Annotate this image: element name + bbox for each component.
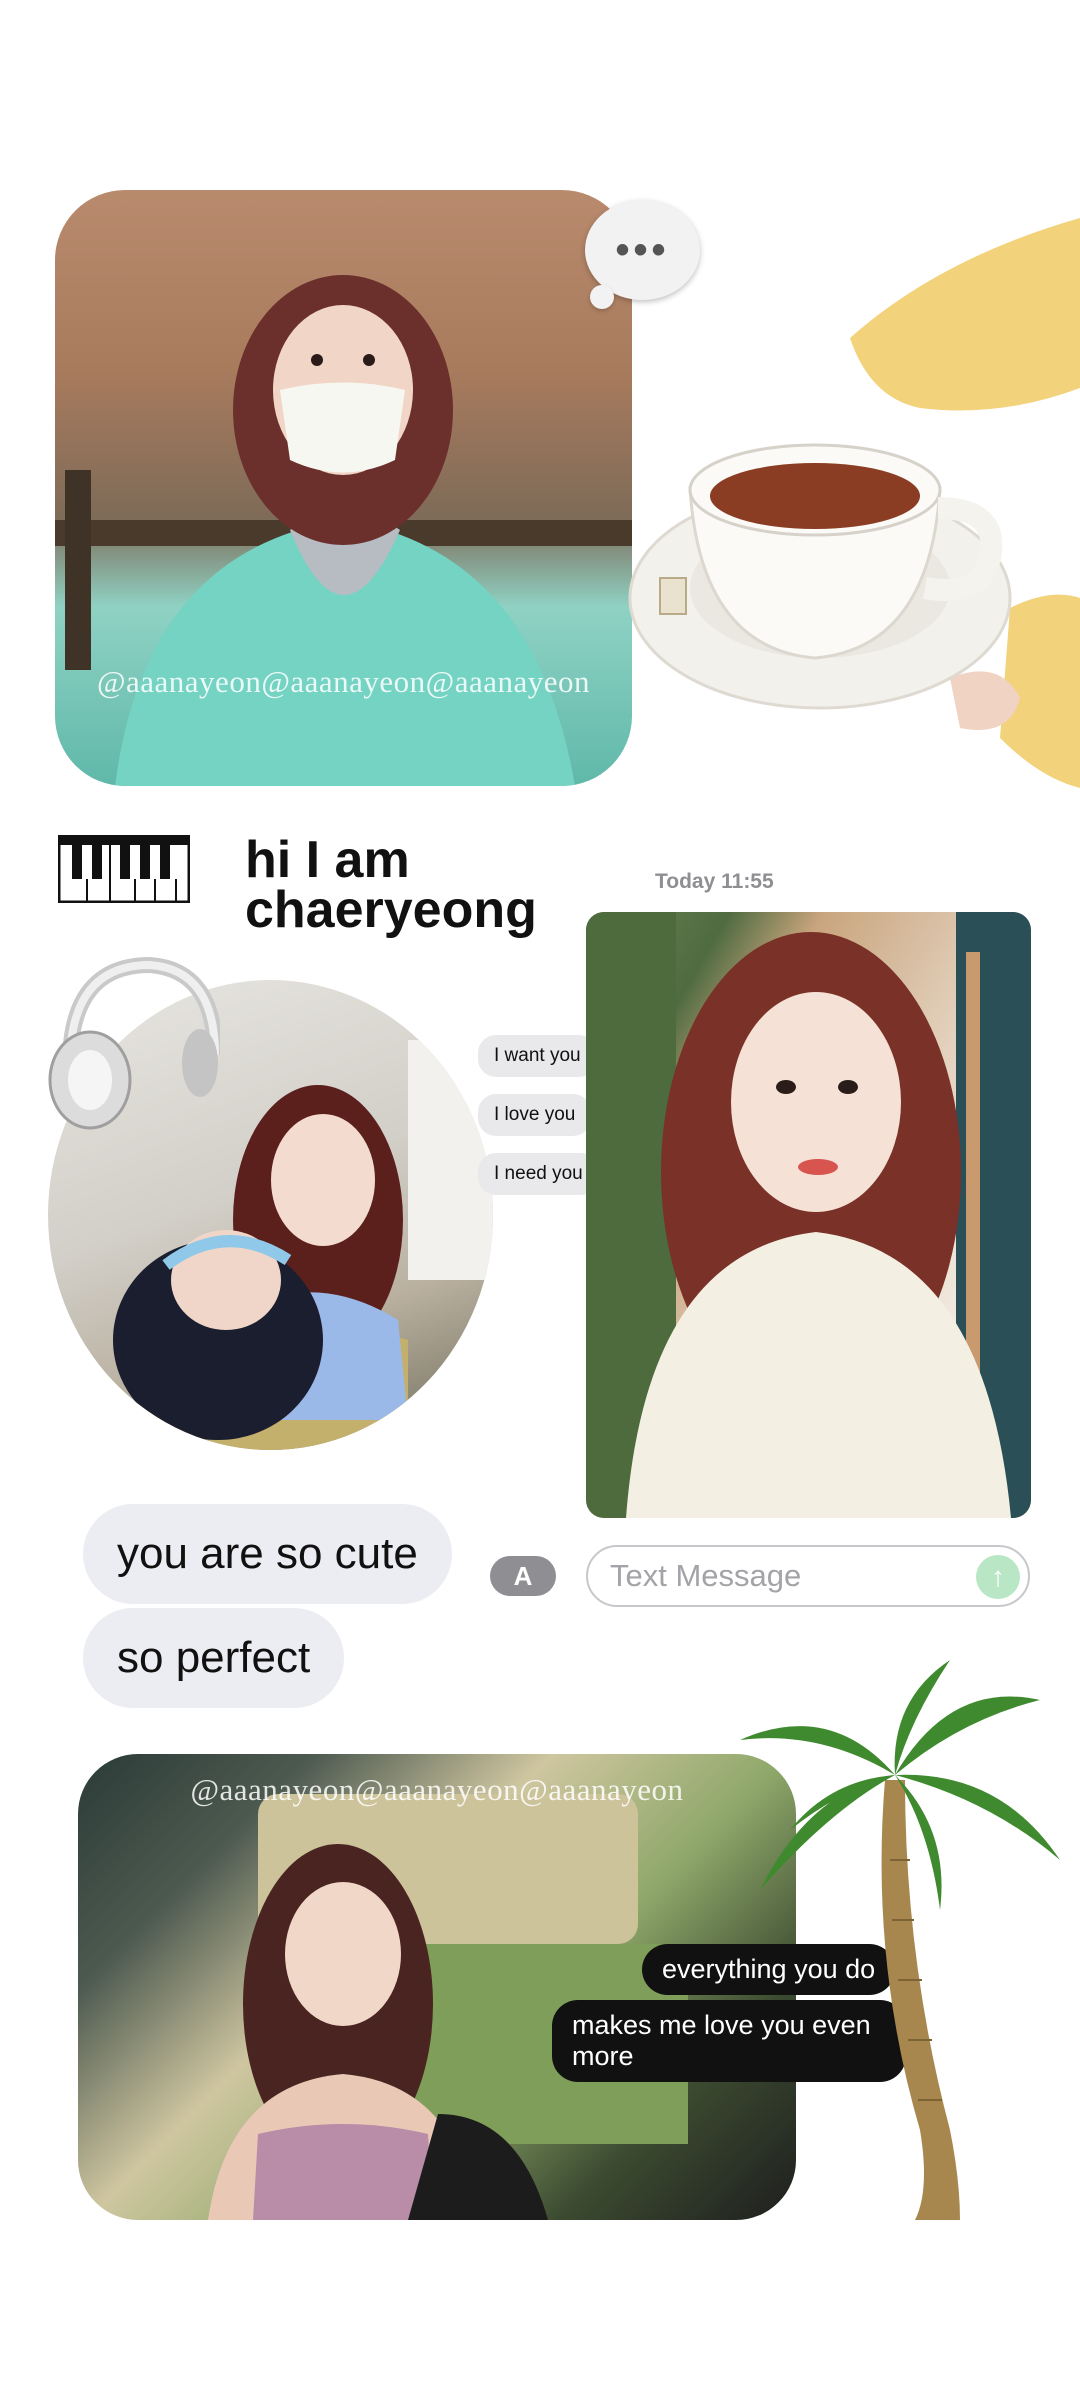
text-message-input[interactable]: Text Message ↑: [586, 1545, 1030, 1607]
message-bubble-large: so perfect: [83, 1608, 345, 1708]
photo-selfie-illustration: [586, 912, 1031, 1518]
watermark: @aaanayeon@aaanayeon@aaanayeon: [96, 664, 591, 699]
message-bubble: I need you: [478, 1153, 599, 1195]
palm-tree-icon: [740, 1660, 1060, 2220]
teacup-icon: [628, 218, 1080, 788]
send-arrow-icon[interactable]: ↑: [976, 1555, 1020, 1599]
watermark: @aaanayeon@aaanayeon@aaanayeon: [190, 1772, 684, 1807]
piano-icon: [58, 835, 190, 903]
photo-winter: @aaanayeon@aaanayeon@aaanayeon: [55, 190, 632, 786]
message-bubble: I want you: [478, 1035, 597, 1077]
headphones-icon: [48, 956, 220, 1130]
page-title: hi I am chaeryeong: [245, 831, 537, 939]
message-timestamp: Today 11:55: [655, 870, 774, 893]
text-message-placeholder: Text Message: [610, 1558, 802, 1593]
message-bubble: I love you: [478, 1094, 592, 1136]
message-bubble-large: you are so cute: [83, 1504, 452, 1604]
appstore-icon[interactable]: A: [490, 1556, 556, 1596]
typing-bubble-tail: [590, 285, 614, 309]
photo-selfie: [586, 912, 1031, 1518]
